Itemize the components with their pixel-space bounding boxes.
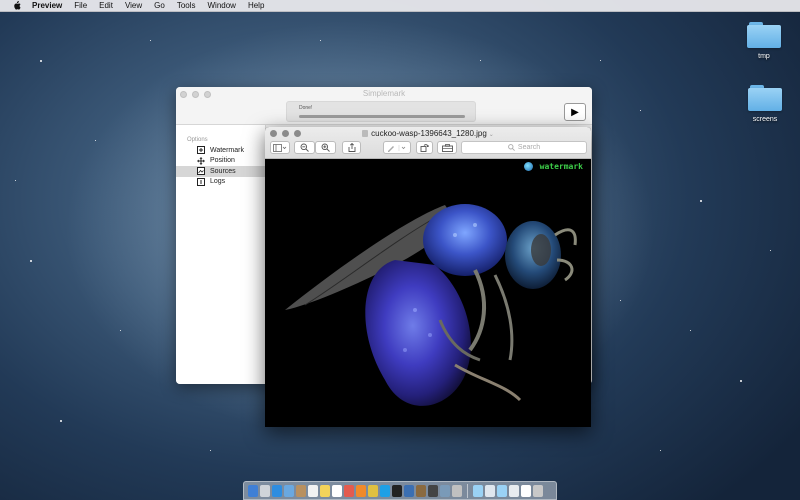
app-icon[interactable] [440,484,450,497]
apple-icon[interactable] [12,1,22,11]
launchpad-icon[interactable] [260,484,270,497]
status-text: Done! [299,105,313,111]
menu-tools[interactable]: Tools [177,1,196,10]
sidebar-section-title: Options [187,137,208,143]
menu-window[interactable]: Window [208,1,236,10]
sidebar-item-label: Position [210,157,235,165]
desktop-folder-label: screens [752,116,778,123]
desktop-folder-screens[interactable]: screens [735,85,795,123]
folder-icon[interactable] [509,484,519,497]
xcode-icon[interactable] [404,484,414,497]
sidebar-item-watermark[interactable]: Watermark [176,145,265,156]
desktop-folder-label: tmp [758,53,770,60]
calendar-icon[interactable] [308,484,318,497]
sidebar-item-label: Logs [210,178,226,186]
move-icon [196,156,205,165]
notes-icon[interactable] [320,484,330,497]
zoom-out-icon [300,143,309,152]
image-canvas[interactable]: watermark [265,160,591,427]
app-icon[interactable] [416,484,426,497]
dock-separator [467,483,468,498]
reminders-icon[interactable] [332,484,342,497]
menu-preview[interactable]: Preview [32,1,62,10]
sidebar-item-label: Watermark [210,146,244,154]
document-title[interactable]: cuckoo-wasp-1396643_1280.jpg ⌄ [265,129,591,138]
zoom-out-button[interactable] [294,141,315,154]
menu-go[interactable]: Go [154,1,165,10]
menu-file[interactable]: File [74,1,87,10]
search-field[interactable]: Search [461,141,587,154]
menu-help[interactable]: Help [248,1,264,10]
zoom-in-icon [321,143,330,152]
status-panel: Done! [286,101,476,122]
cuckoo-wasp-image [285,204,577,406]
app-icon[interactable] [452,484,462,497]
app-icon[interactable] [428,484,438,497]
desktop-folder-tmp[interactable]: tmp [734,22,794,60]
run-button[interactable]: ▶ [564,103,586,121]
terminal-icon[interactable] [392,484,402,497]
trash-icon[interactable] [533,484,543,497]
menu-edit[interactable]: Edit [99,1,113,10]
play-icon: ▶ [571,106,579,118]
skype-icon[interactable] [380,484,390,497]
preview-titlebar: cuckoo-wasp-1396643_1280.jpg ⌄ Search [265,127,591,159]
sidebar-item-position[interactable]: Position [176,156,265,167]
rotate-icon [420,144,429,152]
dock [243,481,557,500]
firefox-icon[interactable] [356,484,366,497]
sidebar-item-label: Sources [210,167,236,175]
menu-bar: Preview File Edit View Go Tools Window H… [0,0,800,12]
progress-bar [299,115,465,118]
chrome-icon[interactable] [368,484,378,497]
zoom-in-button[interactable] [315,141,336,154]
watermark-icon [196,146,205,155]
contacts-icon[interactable] [296,484,306,497]
pen-icon [388,144,406,152]
sidebar-item-logs[interactable]: Logs [176,177,265,188]
folder-icon[interactable] [485,484,495,497]
document-icon [362,130,369,137]
safari-icon[interactable] [272,484,282,497]
sidebar-icon [273,143,287,152]
folder-icon[interactable] [497,484,507,497]
sources-icon [196,167,205,176]
document-title-text: cuckoo-wasp-1396643_1280.jpg [371,129,487,138]
mail-icon[interactable] [284,484,294,497]
share-icon [348,143,355,152]
finder-icon[interactable] [248,484,258,497]
sidebar-toggle-button[interactable] [270,141,290,154]
toolbox-button[interactable] [437,141,457,154]
search-icon [508,144,515,151]
folder-icon[interactable] [473,484,483,497]
sidebar-item-sources[interactable]: Sources [176,166,265,177]
simplemark-titlebar: Simplemark Done! ▶ [176,87,592,125]
menu-view[interactable]: View [125,1,142,10]
rotate-button[interactable] [416,141,433,154]
photos-icon[interactable] [344,484,354,497]
chevron-down-icon: ⌄ [488,132,494,138]
search-placeholder: Search [517,144,541,151]
folder-icon[interactable] [521,484,531,497]
window-title: Simplemark [362,89,406,98]
sidebar: Options Watermark Position Sources Logs [176,125,266,384]
toolbox-icon [441,143,453,152]
logs-icon [196,177,205,186]
folder-icon [747,22,781,48]
share-button[interactable] [342,141,361,154]
folder-icon [748,85,782,111]
markup-button[interactable] [383,141,411,154]
preview-window: cuckoo-wasp-1396643_1280.jpg ⌄ Search wa… [265,127,591,427]
